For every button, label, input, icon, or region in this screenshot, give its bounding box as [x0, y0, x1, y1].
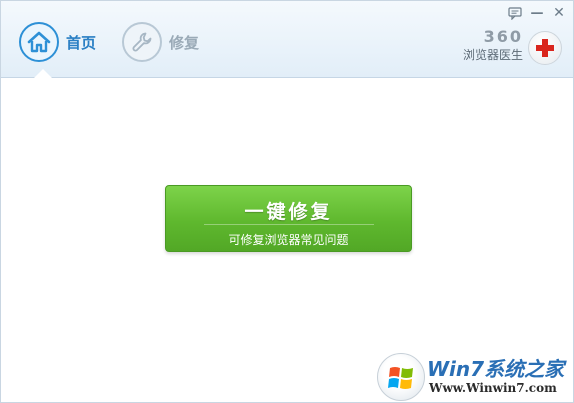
brand-number: 360 — [483, 27, 523, 46]
brand-block: 360 浏览器医生 — [463, 28, 523, 63]
close-button[interactable]: ✕ — [551, 5, 567, 21]
tab-repair-label: 修复 — [169, 33, 200, 52]
repair-button-divider — [204, 224, 374, 225]
one-click-repair-button[interactable]: 一键修复 可修复浏览器常见问题 — [165, 185, 412, 252]
windows-logo-icon — [377, 353, 425, 401]
tab-repair[interactable]: 修复 — [122, 22, 199, 62]
tab-home-label: 首页 — [66, 33, 97, 52]
watermark-url: Www.Winwin7.com — [429, 381, 557, 395]
active-tab-indicator — [34, 69, 52, 78]
feedback-icon[interactable] — [507, 5, 523, 21]
brand-name: 浏览器医生 — [462, 48, 523, 62]
watermark: Win7系统之家 Www.Winwin7.com — [377, 351, 573, 403]
repair-button-title: 一键修复 — [244, 201, 333, 223]
app-window: 首页 修复 — ✕ 360 浏览器医生 一键修复 可修复浏览器常见问题 Win7… — [0, 0, 574, 403]
repair-button-subtitle: 可修复浏览器常见问题 — [228, 233, 349, 247]
tab-home[interactable]: 首页 — [19, 22, 96, 62]
header-bar: 首页 修复 — ✕ 360 浏览器医生 — [1, 1, 573, 78]
watermark-title: Win7系统之家 — [427, 357, 565, 381]
wrench-icon — [122, 22, 162, 62]
minimize-button[interactable]: — — [529, 5, 545, 21]
medical-cross-icon — [528, 31, 562, 65]
home-icon — [19, 22, 59, 62]
